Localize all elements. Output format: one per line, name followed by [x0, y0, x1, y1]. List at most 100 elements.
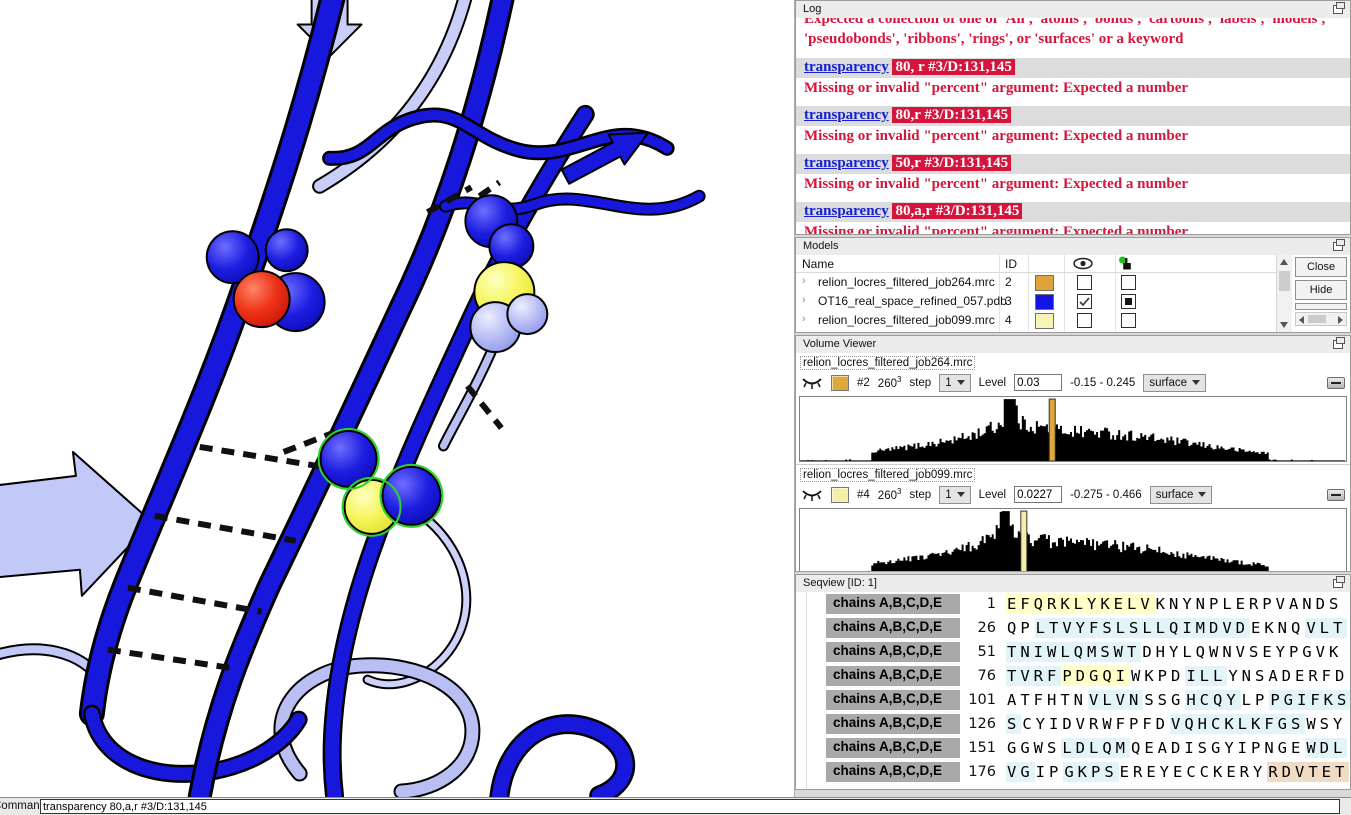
partial-button[interactable]	[1295, 303, 1347, 310]
plain-region[interactable]: SSG	[1143, 690, 1185, 710]
histogram[interactable]	[799, 508, 1347, 571]
selected-checkbox[interactable]	[1121, 275, 1136, 290]
models-vertical-scrollbar[interactable]	[1276, 255, 1292, 332]
highlighted-region[interactable]: HCQY	[1185, 690, 1240, 710]
plain-region[interactable]: WKPD	[1130, 666, 1185, 686]
model-color-swatch[interactable]	[1035, 275, 1054, 291]
shown-checkbox[interactable]	[1077, 275, 1092, 290]
table-row[interactable]: ›OT16_real_space_refined_057.pdb3	[796, 292, 1276, 311]
log-command-link[interactable]: transparency	[804, 203, 889, 219]
shown-checkbox[interactable]	[1077, 294, 1092, 309]
scroll-up-icon[interactable]	[1280, 259, 1288, 265]
plain-region[interactable]: WSY	[1305, 714, 1347, 734]
model-color-swatch[interactable]	[1035, 313, 1054, 329]
close-button[interactable]: Close	[1295, 257, 1347, 277]
highlighted-region[interactable]: PDGQI	[1061, 666, 1130, 686]
models-horizontal-scrollbar[interactable]	[1295, 312, 1347, 326]
residue-letters[interactable]: QPLTVYFSLSLLQIMDVDEKNQVLT	[1006, 619, 1347, 637]
plain-region[interactable]: YNSADERFD	[1227, 666, 1349, 686]
shown-checkbox[interactable]	[1077, 313, 1092, 328]
plain-region[interactable]: IP	[1035, 762, 1064, 782]
plain-region[interactable]: DHYLQWNVSEYPGVK	[1141, 642, 1343, 662]
scroll-left-icon[interactable]	[1299, 316, 1304, 324]
log-command-link[interactable]: transparency	[804, 107, 889, 123]
level-input[interactable]	[1014, 374, 1062, 391]
plain-region[interactable]: KNYNPLERPVANDS	[1155, 594, 1344, 614]
log-command-link[interactable]: transparency	[804, 155, 889, 171]
volume-color-swatch[interactable]	[831, 375, 849, 391]
highlighted-region[interactable]: RDVTET	[1267, 762, 1349, 782]
expand-chevron-icon[interactable]: ›	[802, 313, 806, 325]
highlighted-region[interactable]: LTVYFSLSLLQIMDVD	[1035, 618, 1250, 638]
eye-closed-icon[interactable]	[801, 376, 823, 389]
log-command-link[interactable]: transparency	[804, 59, 889, 75]
plain-region[interactable]: EKNQ	[1250, 618, 1305, 638]
log-content[interactable]: Expected a collection of one of 'All', '…	[796, 18, 1350, 234]
expand-chevron-icon[interactable]: ›	[802, 294, 806, 306]
selected-checkbox[interactable]	[1121, 294, 1136, 309]
step-dropdown[interactable]: 1	[939, 374, 970, 392]
plain-region[interactable]: ATFHTN	[1006, 690, 1088, 710]
highlighted-region[interactable]: S	[1006, 714, 1021, 734]
models-col-id[interactable]: ID	[1005, 257, 1017, 271]
style-dropdown[interactable]: surface	[1150, 486, 1213, 504]
highlighted-region[interactable]: VG	[1006, 762, 1035, 782]
scroll-right-icon[interactable]	[1338, 316, 1343, 324]
hide-button[interactable]: Hide	[1295, 280, 1347, 300]
structure-canvas[interactable]	[0, 0, 794, 797]
residue-letters[interactable]: SCYIDVRWFPFDVQHCKLKFGSWSY	[1006, 715, 1347, 733]
highlighted-region[interactable]: PGIFKS	[1269, 690, 1350, 710]
residue-letters[interactable]: GGWSLDLQMQEADISGYIPNGEWDL	[1006, 739, 1347, 757]
scroll-down-icon[interactable]	[1280, 322, 1288, 328]
plain-region[interactable]: GGWS	[1006, 738, 1061, 758]
highlighted-region[interactable]: LDLQM	[1061, 738, 1130, 758]
scroll-thumb[interactable]	[1279, 271, 1290, 291]
eye-icon[interactable]	[1073, 257, 1094, 273]
highlighted-region[interactable]: EFQRKLYKELV	[1006, 594, 1155, 614]
expand-chevron-icon[interactable]: ›	[802, 275, 806, 287]
plain-region[interactable]: CYIDVRWFPFD	[1021, 714, 1170, 734]
model-color-swatch[interactable]	[1035, 294, 1054, 310]
highlighted-region[interactable]: WDL	[1305, 738, 1347, 758]
undock-icon[interactable]	[1333, 340, 1343, 349]
highlighted-region[interactable]: VQHCKLKFGS	[1170, 714, 1305, 734]
highlighted-region[interactable]: GKPS	[1063, 762, 1118, 782]
eye-closed-icon[interactable]	[801, 488, 823, 501]
models-col-name[interactable]: Name	[802, 257, 834, 271]
plain-region[interactable]: LP	[1241, 690, 1270, 710]
residue-letters[interactable]: TVRFPDGQIWKPDILLYNSADERFD	[1006, 667, 1349, 685]
collapse-button[interactable]	[1327, 377, 1345, 389]
style-dropdown[interactable]: surface	[1143, 374, 1206, 392]
residue-letters[interactable]: VGIPGKPSEREYECCKERYRDVTET	[1006, 763, 1349, 781]
table-row[interactable]: ›relion_locres_filtered_job099.mrc4	[796, 311, 1276, 330]
highlighted-region[interactable]: VLT	[1305, 618, 1347, 638]
undock-icon[interactable]	[1333, 579, 1343, 588]
sequence-rows[interactable]: chains A,B,C,D,E1EFQRKLYKELVKNYNPLERPVAN…	[796, 592, 1350, 789]
volume-name[interactable]: relion_locres_filtered_job264.mrc	[800, 356, 975, 370]
selected-checkbox[interactable]	[1121, 313, 1136, 328]
highlighted-region[interactable]: TNIWLQMSWT	[1006, 642, 1141, 662]
undock-icon[interactable]	[1333, 242, 1343, 251]
level-marker[interactable]	[1049, 399, 1055, 461]
highlighted-region[interactable]: VLVN	[1088, 690, 1143, 710]
graphics-viewport[interactable]	[0, 0, 795, 797]
level-marker[interactable]	[1021, 511, 1027, 571]
volume-name[interactable]: relion_locres_filtered_job099.mrc	[800, 468, 975, 482]
table-row[interactable]: ›relion_locres_filtered_job264.mrc2	[796, 273, 1276, 292]
residue-letters[interactable]: ATFHTNVLVNSSGHCQYLPPGIFKS	[1006, 691, 1350, 709]
plain-region[interactable]: QP	[1006, 618, 1035, 638]
step-dropdown[interactable]: 1	[939, 486, 970, 504]
histogram[interactable]	[799, 396, 1347, 462]
residue-letters[interactable]: TNIWLQMSWTDHYLQWNVSEYPGVK	[1006, 643, 1343, 661]
collapse-button[interactable]	[1327, 489, 1345, 501]
highlighted-region[interactable]: ILL	[1185, 666, 1227, 686]
level-input[interactable]	[1014, 486, 1062, 503]
command-input[interactable]	[40, 799, 1340, 814]
highlighted-region[interactable]: TVRF	[1006, 666, 1061, 686]
undock-icon[interactable]	[1333, 5, 1343, 14]
residue-letters[interactable]: EFQRKLYKELVKNYNPLERPVANDS	[1006, 595, 1343, 613]
volume-color-swatch[interactable]	[831, 487, 849, 503]
plain-region[interactable]: EREYECCKERY	[1119, 762, 1268, 782]
scroll-thumb[interactable]	[1308, 315, 1326, 323]
plain-region[interactable]: QEADISGYIPNGE	[1130, 738, 1305, 758]
